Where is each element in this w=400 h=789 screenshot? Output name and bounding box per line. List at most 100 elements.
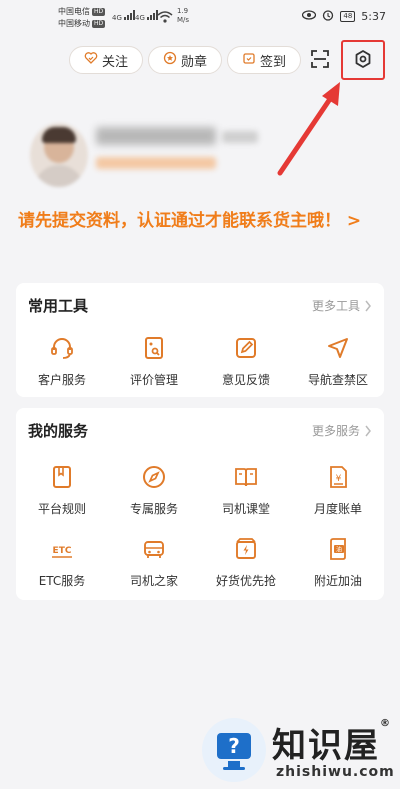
edit-icon [236,338,256,358]
blurred-tag [222,131,258,143]
tool-navigation[interactable]: 导航查禁区 [292,333,384,405]
watermark-badge: ? [202,718,266,782]
signal-icon: 4G [135,10,159,22]
hd-badge: HD [92,19,106,28]
top-actions: 关注 勋章 签到 [0,40,400,80]
network-speed: 1.9 M/s [177,7,189,25]
battery-icon: 48 [340,11,356,22]
tile-label: 附近加油 [313,574,362,588]
watermark-url: zhishiwu.com [276,764,395,780]
tile-label: 专属服务 [129,502,178,516]
tool-feedback[interactable]: 意见反馈 [200,333,292,405]
watermark-logo: ? 知识屋® zhishiwu.com [198,716,398,786]
navigation-icon [328,338,348,358]
svg-text:油: 油 [336,546,342,554]
tile-label: 司机之家 [129,574,178,588]
tile-label: 评价管理 [129,373,178,387]
tile-label: ETC服务 [38,574,86,588]
checkin-button[interactable]: 签到 [227,46,301,74]
tile-label: 客户服务 [37,373,86,387]
hd-badge: HD [92,7,106,16]
scan-button[interactable] [305,46,335,76]
tools-card-header: 常用工具 更多工具 [28,295,372,317]
tools-card: 常用工具 更多工具 客户服务 评价管理 意见反馈 导航查禁区 [16,283,384,397]
tile-label: 平台规则 [37,502,86,516]
more-tools-link[interactable]: 更多工具 [312,297,372,314]
status-bar: 中国电信 HD 中国移动 HD 4G 4G 1.9 M/s 48 5:37 [0,0,400,34]
calendar-check-icon [242,51,256,69]
service-etc[interactable]: ETC ETC服务 [16,534,108,606]
etc-icon: ETC [52,546,72,558]
services-grid: 平台规则 专属服务 司机课堂 ¥ 月度账单 ETC ETC服务 司机之家 好货优… [16,462,384,606]
watermark-title: 知识屋® [272,718,392,767]
chevron-right-icon [365,425,371,436]
compass-icon [143,466,165,488]
blurred-subtitle [96,157,216,169]
status-right: 48 5:37 [302,9,386,24]
registered-mark: ® [380,718,392,729]
tools-title: 常用工具 [28,297,89,315]
medal-button[interactable]: 勋章 [148,46,222,74]
signal-label: 4G [135,14,145,22]
svg-text:?: ? [228,734,240,758]
scan-icon [310,49,330,73]
speed-unit: M/s [177,16,190,24]
services-title: 我的服务 [28,422,89,440]
services-card-header: 我的服务 更多服务 [28,420,372,442]
carrier-2: 中国移动 [58,19,90,28]
carrier-1: 中国电信 [58,7,90,16]
tile-label: 司机课堂 [221,502,270,516]
blurred-phone [96,127,216,145]
clock-time: 5:37 [361,10,386,23]
checkin-label: 签到 [259,54,286,70]
more-services-link[interactable]: 更多服务 [312,422,372,439]
gear-icon [353,49,373,73]
package-icon [236,538,256,559]
headset-icon [51,338,73,359]
tile-label: 好货优先抢 [215,574,276,588]
profile-header[interactable] [22,115,382,195]
car-icon [144,541,164,558]
bill-icon: ¥ [330,466,347,488]
more-tools-label: 更多工具 [311,299,360,313]
question-monitor-icon: ? [217,733,251,770]
wifi-icon [157,11,173,26]
settings-button[interactable] [348,46,378,76]
service-platform-rules[interactable]: 平台规则 [16,462,108,534]
tool-customer-service[interactable]: 客户服务 [16,333,108,405]
service-driver-home[interactable]: 司机之家 [108,534,200,606]
service-priority-cargo[interactable]: 好货优先抢 [200,534,292,606]
open-book-icon [235,468,257,487]
medal-icon [163,51,177,69]
tile-label: 导航查禁区 [307,373,368,387]
svg-text:ETC: ETC [53,546,72,556]
carrier-info: 中国电信 HD 中国移动 HD [58,6,106,30]
eye-icon [302,10,317,23]
tile-label: 月度账单 [313,502,362,516]
signal-label: 4G [112,14,122,22]
avatar[interactable] [30,123,88,187]
watermark-title-text: 知识屋 [272,726,380,766]
rules-book-icon [53,466,71,488]
speed-value: 1.9 [177,7,189,15]
tool-review-management[interactable]: 评价管理 [108,333,200,405]
tile-label: 意见反馈 [221,373,270,387]
svg-text:¥: ¥ [336,474,342,484]
service-monthly-bill[interactable]: ¥ 月度账单 [292,462,384,534]
tools-grid: 客户服务 评价管理 意见反馈 导航查禁区 [16,333,384,405]
follow-label: 关注 [101,54,128,70]
signal-icon: 4G [112,10,136,22]
more-services-label: 更多服务 [311,424,360,438]
heart-check-icon [84,51,98,69]
medal-label: 勋章 [180,54,207,70]
chevron-right-icon [365,300,371,311]
fuel-icon: 油 [330,538,346,560]
service-driver-class[interactable]: 司机课堂 [200,462,292,534]
follow-button[interactable]: 关注 [69,46,143,74]
alarm-icon [322,9,334,24]
verification-notice[interactable]: 请先提交资料，认证通过才能联系货主哦！ > [18,207,388,236]
services-card: 我的服务 更多服务 平台规则 专属服务 司机课堂 ¥ 月度账单 ETC ETC服… [16,408,384,600]
service-fuel-nearby[interactable]: 油 附近加油 [292,534,384,606]
review-icon [145,337,163,359]
service-exclusive[interactable]: 专属服务 [108,462,200,534]
